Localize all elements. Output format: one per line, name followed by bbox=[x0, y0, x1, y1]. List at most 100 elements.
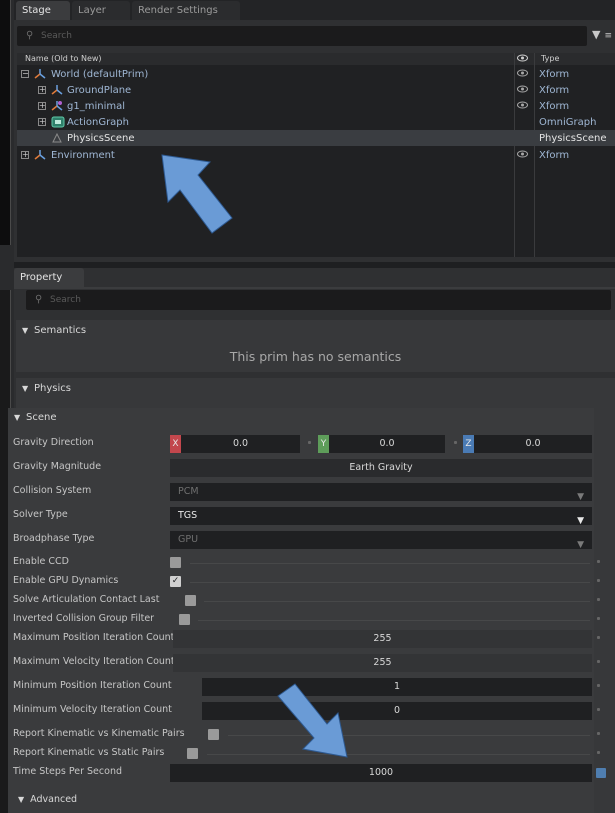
column-name-header[interactable]: Name (Old to New) bbox=[25, 54, 102, 63]
gravity-z-field[interactable]: 0.0 bbox=[474, 435, 592, 453]
min-position-iteration-field[interactable]: 1 bbox=[202, 678, 592, 696]
tree-row-type: Xform bbox=[539, 101, 570, 112]
scene-header[interactable]: ▼ Scene bbox=[8, 408, 594, 428]
reset-dot bbox=[597, 579, 600, 582]
dropdown-arrow-icon: ▼ bbox=[577, 516, 584, 526]
tree-row-actiongraph[interactable]: + ActionGraph OmniGraph bbox=[17, 114, 615, 130]
min-velocity-iteration-label: Minimum Velocity Iteration Count bbox=[13, 704, 172, 715]
tree-row-g1-minimal[interactable]: + g1_minimal Xform bbox=[17, 98, 615, 114]
column-type-header[interactable]: Type bbox=[541, 54, 559, 63]
solve-articulation-label: Solve Articulation Contact Last bbox=[13, 594, 160, 605]
tree-row-label: GroundPlane bbox=[67, 85, 132, 96]
scene-subsection: ▼ Scene Gravity Direction X 0.0 Y 0.0 Z … bbox=[8, 408, 606, 813]
visibility-eye-icon[interactable] bbox=[517, 100, 528, 113]
max-velocity-iteration-field[interactable]: 255 bbox=[173, 654, 592, 672]
z-axis-badge: Z bbox=[463, 435, 474, 453]
modified-indicator-icon[interactable] bbox=[596, 768, 606, 778]
advanced-title: Advanced bbox=[30, 794, 78, 805]
reset-dot bbox=[597, 708, 600, 711]
expand-icon[interactable]: + bbox=[38, 118, 46, 126]
tab-property[interactable]: Property bbox=[14, 268, 84, 287]
filter-icon[interactable]: ▼ ≡ bbox=[592, 28, 612, 41]
advanced-header[interactable]: ▼ Advanced bbox=[18, 794, 77, 805]
max-position-iteration-field[interactable]: 255 bbox=[173, 630, 592, 648]
solve-articulation-checkbox[interactable] bbox=[185, 595, 196, 606]
enable-gpu-dynamics-checkbox[interactable]: ✓ bbox=[170, 576, 181, 587]
reset-dot bbox=[597, 560, 600, 563]
semantics-header[interactable]: ▼ Semantics bbox=[16, 320, 615, 342]
semantics-section: ▼ Semantics This prim has no semantics bbox=[16, 320, 615, 372]
collapse-icon[interactable]: − bbox=[21, 70, 29, 78]
gravity-x-field[interactable]: 0.0 bbox=[181, 435, 300, 453]
time-steps-field[interactable]: 1000 bbox=[170, 764, 592, 782]
stage-panel: Stage Layer Render Settings ⚲ Search ▼ ≡ … bbox=[14, 0, 615, 262]
x-axis-badge: X bbox=[170, 435, 181, 453]
report-kinematic-kinematic-checkbox[interactable] bbox=[208, 729, 219, 740]
reset-dot bbox=[597, 660, 600, 663]
visibility-eye-icon[interactable] bbox=[517, 68, 528, 81]
tree-row-label: PhysicsScene bbox=[67, 133, 135, 144]
collision-system-row: Collision System PCM ▼ bbox=[8, 481, 594, 503]
inverted-collision-label: Inverted Collision Group Filter bbox=[13, 613, 155, 624]
tree-row-groundplane[interactable]: + GroundPlane Xform bbox=[17, 82, 615, 98]
divider bbox=[198, 620, 590, 621]
tree-row-type: PhysicsScene bbox=[539, 133, 607, 144]
visibility-eye-icon[interactable] bbox=[517, 149, 528, 162]
gravity-magnitude-label: Gravity Magnitude bbox=[13, 461, 102, 472]
left-edge-dark-area bbox=[0, 0, 11, 245]
report-kinematic-static-checkbox[interactable] bbox=[187, 748, 198, 759]
tab-render-settings[interactable]: Render Settings bbox=[132, 1, 240, 20]
physics-scene-icon bbox=[51, 132, 63, 144]
tab-layer[interactable]: Layer bbox=[72, 1, 130, 20]
collision-system-dropdown[interactable]: PCM ▼ bbox=[170, 483, 592, 502]
stage-search-input[interactable]: ⚲ Search bbox=[17, 26, 587, 46]
stage-tree: Name (Old to New) Type − World (defaultP… bbox=[17, 53, 615, 257]
property-tab-underline bbox=[14, 287, 615, 289]
min-velocity-iteration-field[interactable]: 0 bbox=[202, 702, 592, 720]
gravity-direction-row: Gravity Direction X 0.0 Y 0.0 Z 0.0 bbox=[8, 433, 594, 455]
divider bbox=[204, 601, 590, 602]
xform-icon bbox=[51, 100, 63, 112]
options-icon[interactable]: ≡ bbox=[604, 31, 612, 41]
gravity-y-field[interactable]: 0.0 bbox=[329, 435, 445, 453]
solver-type-value: TGS bbox=[178, 510, 198, 521]
report-kinematic-kinematic-label: Report Kinematic vs Kinematic Pairs bbox=[13, 728, 185, 739]
solver-type-dropdown[interactable]: TGS ▼ bbox=[170, 507, 592, 526]
divider bbox=[190, 563, 590, 564]
gravity-magnitude-field[interactable]: Earth Gravity bbox=[170, 459, 592, 477]
reset-dot bbox=[597, 636, 600, 639]
collision-system-label: Collision System bbox=[13, 485, 92, 496]
stage-search-placeholder: Search bbox=[41, 31, 72, 41]
tab-stage[interactable]: Stage bbox=[16, 1, 70, 20]
expand-icon[interactable]: + bbox=[38, 86, 46, 94]
max-position-iteration-label: Maximum Position Iteration Count bbox=[13, 632, 175, 643]
property-search-input[interactable]: ⚲ Search bbox=[26, 290, 611, 310]
scene-title: Scene bbox=[26, 412, 57, 423]
tree-row-world[interactable]: − World (defaultPrim) Xform bbox=[17, 66, 615, 82]
expand-icon[interactable]: + bbox=[38, 102, 46, 110]
property-search-placeholder: Search bbox=[50, 295, 81, 305]
enable-gpu-dynamics-label: Enable GPU Dynamics bbox=[13, 575, 119, 586]
inverted-collision-checkbox[interactable] bbox=[179, 614, 190, 625]
reset-dot bbox=[454, 441, 457, 444]
visibility-column-eye-icon bbox=[517, 53, 528, 65]
physics-header[interactable]: ▼ Physics bbox=[16, 378, 615, 400]
stage-tree-header: Name (Old to New) Type bbox=[17, 53, 615, 65]
visibility-eye-icon[interactable] bbox=[517, 84, 528, 97]
search-icon: ⚲ bbox=[26, 30, 34, 41]
divider bbox=[228, 735, 590, 736]
max-position-iteration-row: Maximum Position Iteration Count 255 bbox=[8, 628, 600, 650]
expand-icon[interactable]: + bbox=[21, 151, 29, 159]
tree-row-environment[interactable]: + Environment Xform bbox=[17, 147, 615, 163]
broadphase-type-dropdown[interactable]: GPU ▼ bbox=[170, 531, 592, 550]
tree-row-physicsscene[interactable]: PhysicsScene PhysicsScene bbox=[17, 130, 615, 146]
solver-type-row: Solver Type TGS ▼ bbox=[8, 505, 594, 527]
min-position-iteration-label: Minimum Position Iteration Count bbox=[13, 680, 172, 691]
broadphase-type-row: Broadphase Type GPU ▼ bbox=[8, 529, 594, 551]
collapse-triangle-icon: ▼ bbox=[22, 326, 29, 335]
reset-dot bbox=[308, 441, 311, 444]
solver-type-label: Solver Type bbox=[13, 509, 68, 520]
reset-dot bbox=[597, 617, 600, 620]
app-root: Stage Layer Render Settings ⚲ Search ▼ ≡ … bbox=[0, 0, 615, 813]
enable-ccd-checkbox[interactable] bbox=[170, 557, 181, 568]
